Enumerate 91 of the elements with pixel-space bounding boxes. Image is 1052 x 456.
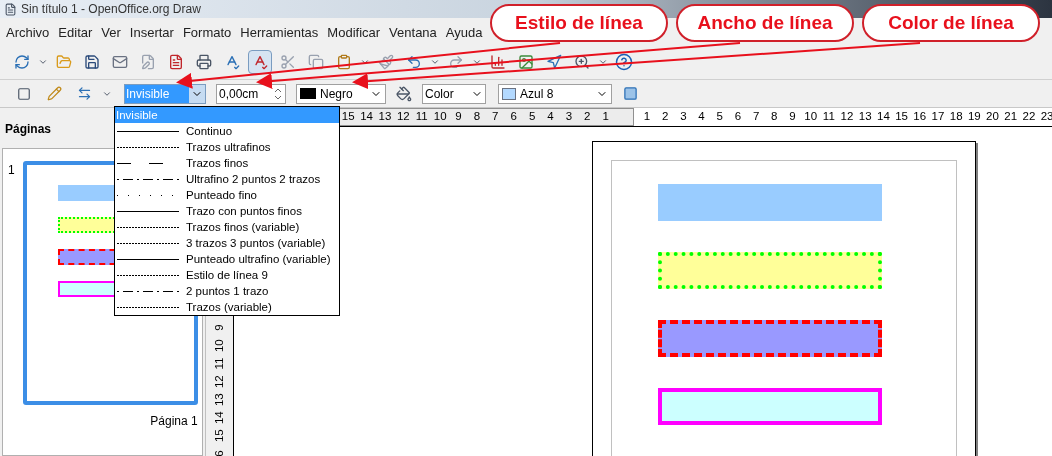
- ruler-number: 7: [491, 109, 500, 125]
- ruler-number: 15: [211, 429, 226, 443]
- line-style-option[interactable]: Punteado fino: [115, 187, 339, 203]
- line-width-field[interactable]: 0,00cm: [216, 83, 286, 104]
- line-sample-icon: [117, 145, 179, 149]
- callout-label: Color de línea: [862, 4, 1040, 42]
- ruler-number: 9: [211, 324, 226, 332]
- line-style-option[interactable]: Punteado ultrafino (variable): [115, 251, 339, 267]
- ruler-number: 10: [803, 109, 819, 125]
- menu-item[interactable]: Archivo: [6, 22, 50, 42]
- line-style-option[interactable]: 2 puntos 1 trazo: [115, 283, 339, 299]
- ruler-number: 11: [414, 109, 429, 125]
- page-label[interactable]: Página 1: [150, 412, 198, 430]
- ruler-number: 5: [715, 109, 724, 125]
- autospell-icon[interactable]: [248, 49, 272, 74]
- ruler-number: 9: [454, 109, 463, 125]
- ruler-number: 6: [733, 109, 743, 125]
- ruler-number: 9: [788, 109, 797, 125]
- menu-item[interactable]: Herramientas: [240, 22, 319, 42]
- ruler-number: 3: [564, 109, 574, 125]
- menu-item[interactable]: Insertar: [129, 22, 174, 42]
- line-sample-icon: [117, 289, 179, 293]
- ruler-number: 11: [211, 358, 226, 370]
- ruler-number: 7: [751, 109, 761, 125]
- line-sample-icon: [117, 209, 179, 213]
- line-color-dropdown[interactable]: Negro: [296, 83, 386, 104]
- line-style-option[interactable]: Estilo de línea 9: [115, 267, 339, 283]
- line-style-option[interactable]: Ultrafino 2 puntos 2 trazos: [115, 171, 339, 187]
- ruler-number: 15: [340, 109, 356, 125]
- line-sample-icon: [117, 225, 179, 229]
- line-style-option[interactable]: Continuo: [115, 123, 339, 139]
- ruler-number: 8: [770, 109, 779, 125]
- menu-item[interactable]: Ayuda: [445, 22, 483, 42]
- ruler-number: 17: [930, 109, 946, 125]
- ruler-number: 10: [211, 339, 226, 353]
- document-icon: [4, 2, 17, 16]
- ruler-number: 20: [985, 109, 1000, 125]
- ruler-number: 15: [894, 109, 909, 125]
- ruler-number: 4: [697, 109, 706, 125]
- ruler-number: 1: [642, 109, 652, 125]
- line-style-option[interactable]: Trazo con puntos finos: [115, 203, 339, 219]
- page-number: 1: [8, 162, 15, 179]
- ruler-number: 5: [527, 109, 537, 125]
- menu-item[interactable]: Modificar: [327, 22, 381, 42]
- ruler-number: 6: [509, 109, 518, 125]
- line-style-option[interactable]: Trazos (variable): [115, 299, 339, 315]
- menu-item[interactable]: Editar: [58, 22, 93, 42]
- ruler-number: 18: [948, 109, 964, 125]
- line-sample-icon: [117, 129, 179, 133]
- ruler-number: 4: [546, 109, 555, 125]
- ruler-number: 12: [211, 375, 226, 389]
- area-style-dropdown[interactable]: Color: [422, 83, 486, 104]
- line-sample-icon: [117, 257, 179, 261]
- ruler-number: 14: [211, 411, 226, 425]
- line-sample-icon: [117, 273, 179, 277]
- ruler-number: 21: [1003, 109, 1019, 125]
- ruler-number: 12: [839, 109, 855, 125]
- ruler-number: 8: [472, 109, 482, 125]
- ruler-number: 2: [660, 109, 670, 125]
- line-style-option[interactable]: Trazos finos: [115, 155, 339, 171]
- menu-item[interactable]: Ventana: [389, 22, 437, 42]
- line-style-option[interactable]: Trazos finos (variable): [115, 219, 339, 235]
- ruler-number: 16: [912, 109, 928, 125]
- ruler-number: 3: [679, 109, 688, 125]
- ruler-number: 14: [359, 109, 374, 125]
- line-sample-icon: [117, 177, 179, 181]
- rectangle-shape[interactable]: [658, 388, 882, 425]
- ruler-number: 10: [432, 109, 448, 125]
- spinner-icon[interactable]: [273, 86, 283, 101]
- ruler-number: 2: [583, 109, 592, 125]
- line-style-option[interactable]: Trazos ultrafinos: [115, 139, 339, 155]
- panel-title: Páginas: [5, 121, 52, 138]
- callout-label: Estilo de línea: [490, 4, 668, 42]
- line-style-option[interactable]: 3 trazos 3 puntos (variable): [115, 235, 339, 251]
- line-sample-icon: [117, 241, 179, 245]
- area-color-dropdown[interactable]: Azul 8: [498, 83, 612, 104]
- callout-label: Ancho de línea: [676, 4, 854, 42]
- menu-item[interactable]: Ver: [101, 22, 121, 42]
- ruler-number: 19: [966, 109, 982, 125]
- ruler-number: 1: [601, 109, 610, 125]
- ruler-number: 22: [1021, 109, 1037, 125]
- ruler-number: 12: [395, 109, 411, 125]
- ruler-number: 6: [211, 450, 226, 456]
- ruler-number: 11: [821, 109, 836, 125]
- ruler-number: 13: [857, 109, 873, 125]
- ruler-number: 13: [377, 109, 393, 125]
- menu-item[interactable]: Formato: [182, 22, 232, 42]
- line-sample-icon: [117, 305, 179, 309]
- ruler-number: 13: [211, 393, 226, 407]
- ruler-number: 14: [876, 109, 891, 125]
- window-title: Sin título 1 - OpenOffice.org Draw: [21, 1, 201, 18]
